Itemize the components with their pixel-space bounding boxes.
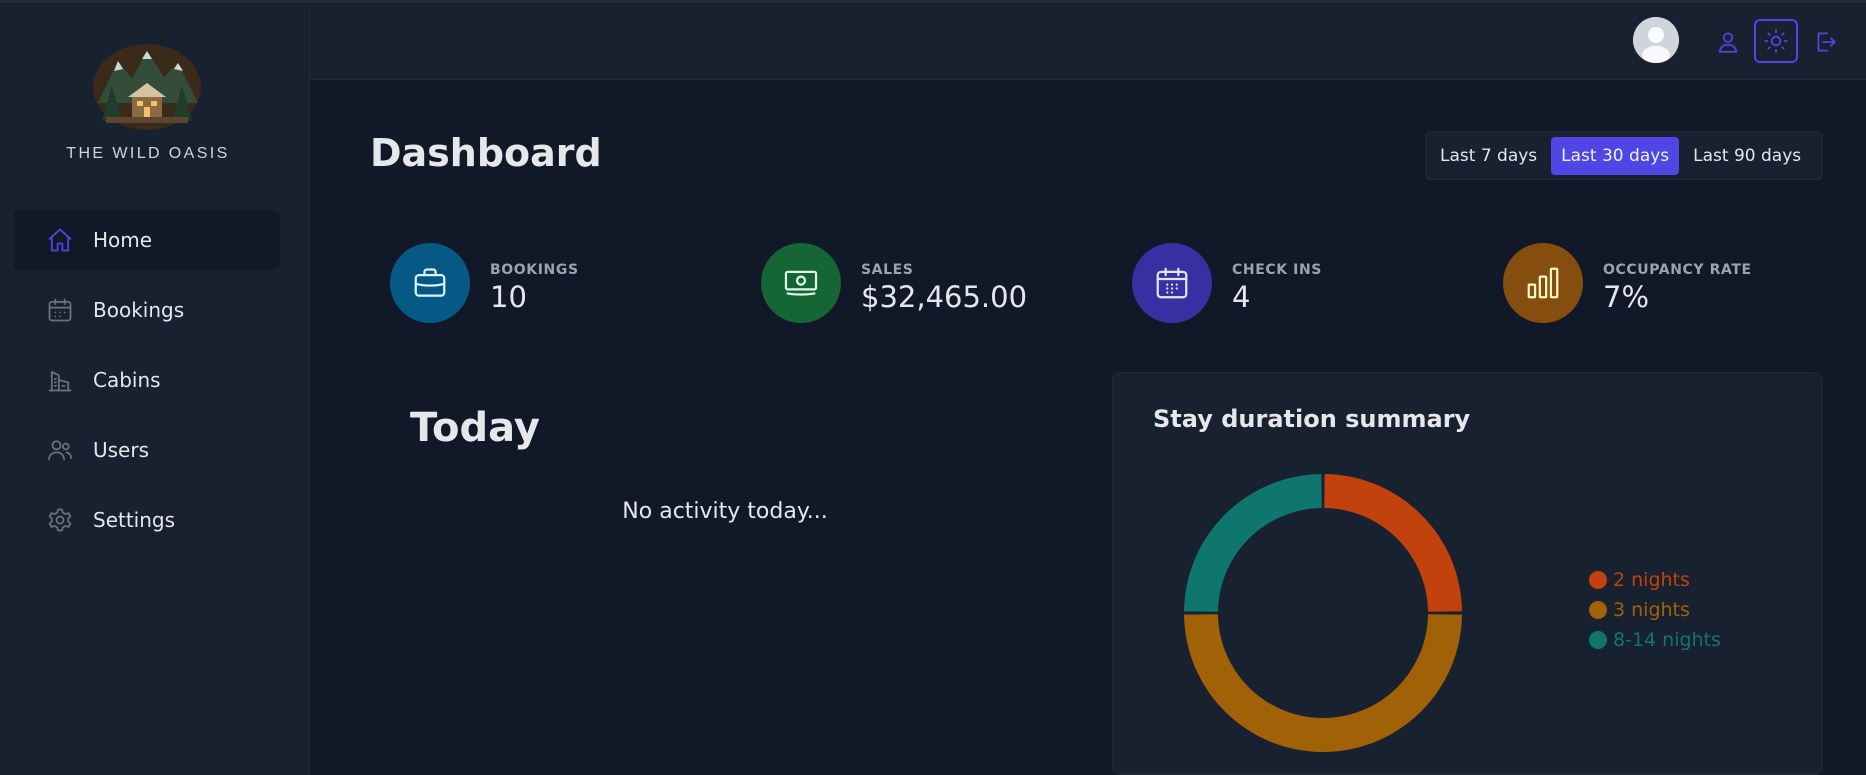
calendar-icon — [48, 298, 72, 322]
sidebar-item-settings[interactable]: Settings — [14, 490, 280, 550]
donut-slice-2-nights[interactable] — [1324, 474, 1462, 612]
chart-legend: 2 nights 3 nights 8-14 nights — [1589, 565, 1721, 655]
stat-value: 7% — [1603, 280, 1650, 314]
banknotes-icon — [784, 270, 818, 296]
stat-value: 4 — [1232, 280, 1251, 314]
filter-last-30-days[interactable]: Last 30 days — [1551, 136, 1680, 175]
stat-value: 10 — [490, 280, 527, 314]
home-icon — [48, 228, 72, 252]
legend-item: 8-14 nights — [1589, 625, 1721, 655]
briefcase-icon — [414, 268, 446, 297]
legend-swatch — [1589, 631, 1607, 649]
brand-name: THE WILD OASIS — [66, 145, 230, 162]
stat-bookings: BOOKINGS 10 — [390, 242, 579, 324]
stat-icon-circle — [390, 243, 470, 323]
stat-icon-circle — [761, 243, 841, 323]
stat-label: OCCUPANCY RATE — [1603, 262, 1752, 278]
stat-label: BOOKINGS — [490, 262, 579, 278]
sidebar-item-home[interactable]: Home — [14, 210, 280, 270]
sidebar-item-users[interactable]: Users — [14, 420, 280, 480]
date-range-filter: Last 7 days Last 30 days Last 90 days — [1425, 131, 1823, 180]
donut-slice-8-14-nights[interactable] — [1184, 474, 1322, 612]
sidebar-item-cabins[interactable]: Cabins — [14, 350, 280, 410]
stay-duration-donut — [1184, 474, 1462, 752]
sidebar-item-label: Settings — [93, 508, 176, 532]
chart-bar-icon — [1527, 267, 1559, 299]
today-empty-message: No activity today... — [622, 499, 828, 524]
filter-last-90-days[interactable]: Last 90 days — [1683, 137, 1811, 175]
legend-label: 8-14 nights — [1613, 629, 1721, 651]
sidebar-item-label: Cabins — [93, 368, 161, 392]
legend-item: 3 nights — [1589, 595, 1721, 625]
donut-slice-3-nights[interactable] — [1184, 614, 1462, 752]
theme-toggle-button[interactable] — [1754, 19, 1798, 63]
sidebar: THE WILD OASIS Home Bookings Cabins User… — [0, 3, 310, 775]
sidebar-item-bookings[interactable]: Bookings — [14, 280, 280, 340]
stay-duration-card: Stay duration summary 2 nights 3 nights 8-… — [1112, 372, 1823, 775]
legend-item: 2 nights — [1589, 565, 1721, 595]
sidebar-item-label: Home — [93, 228, 153, 252]
filter-last-7-days[interactable]: Last 7 days — [1430, 137, 1547, 175]
stat-icon-circle — [1503, 243, 1583, 323]
stat-label: SALES — [861, 262, 914, 278]
sidebar-item-label: Bookings — [93, 298, 185, 322]
stat-occupancy-rate: OCCUPANCY RATE 7% — [1503, 242, 1752, 324]
logout-button[interactable] — [1803, 20, 1847, 64]
legend-swatch — [1589, 571, 1607, 589]
stat-check-ins: CHECK INS 4 — [1132, 242, 1322, 324]
avatar[interactable] — [1633, 17, 1679, 63]
stat-sales: SALES $32,465.00 — [761, 242, 1027, 324]
brand-logo — [92, 43, 202, 131]
today-title: Today — [410, 405, 540, 451]
gear-icon — [48, 508, 72, 532]
chart-title: Stay duration summary — [1153, 405, 1471, 433]
logout-icon — [1817, 32, 1836, 52]
main-nav: Home Bookings Cabins Users Settings — [14, 210, 280, 560]
page-title: Dashboard — [370, 131, 602, 175]
calendar-days-icon — [1156, 267, 1188, 299]
sidebar-item-label: Users — [93, 438, 150, 462]
sun-icon — [1764, 29, 1788, 53]
stat-value: $32,465.00 — [861, 280, 1028, 314]
legend-swatch — [1589, 601, 1607, 619]
building-icon — [48, 370, 72, 392]
user-icon — [1718, 32, 1738, 53]
account-button[interactable] — [1706, 20, 1750, 64]
legend-label: 2 nights — [1613, 569, 1690, 591]
stat-label: CHECK INS — [1232, 262, 1322, 278]
users-icon — [48, 440, 72, 461]
stat-icon-circle — [1132, 243, 1212, 323]
legend-label: 3 nights — [1613, 599, 1690, 621]
